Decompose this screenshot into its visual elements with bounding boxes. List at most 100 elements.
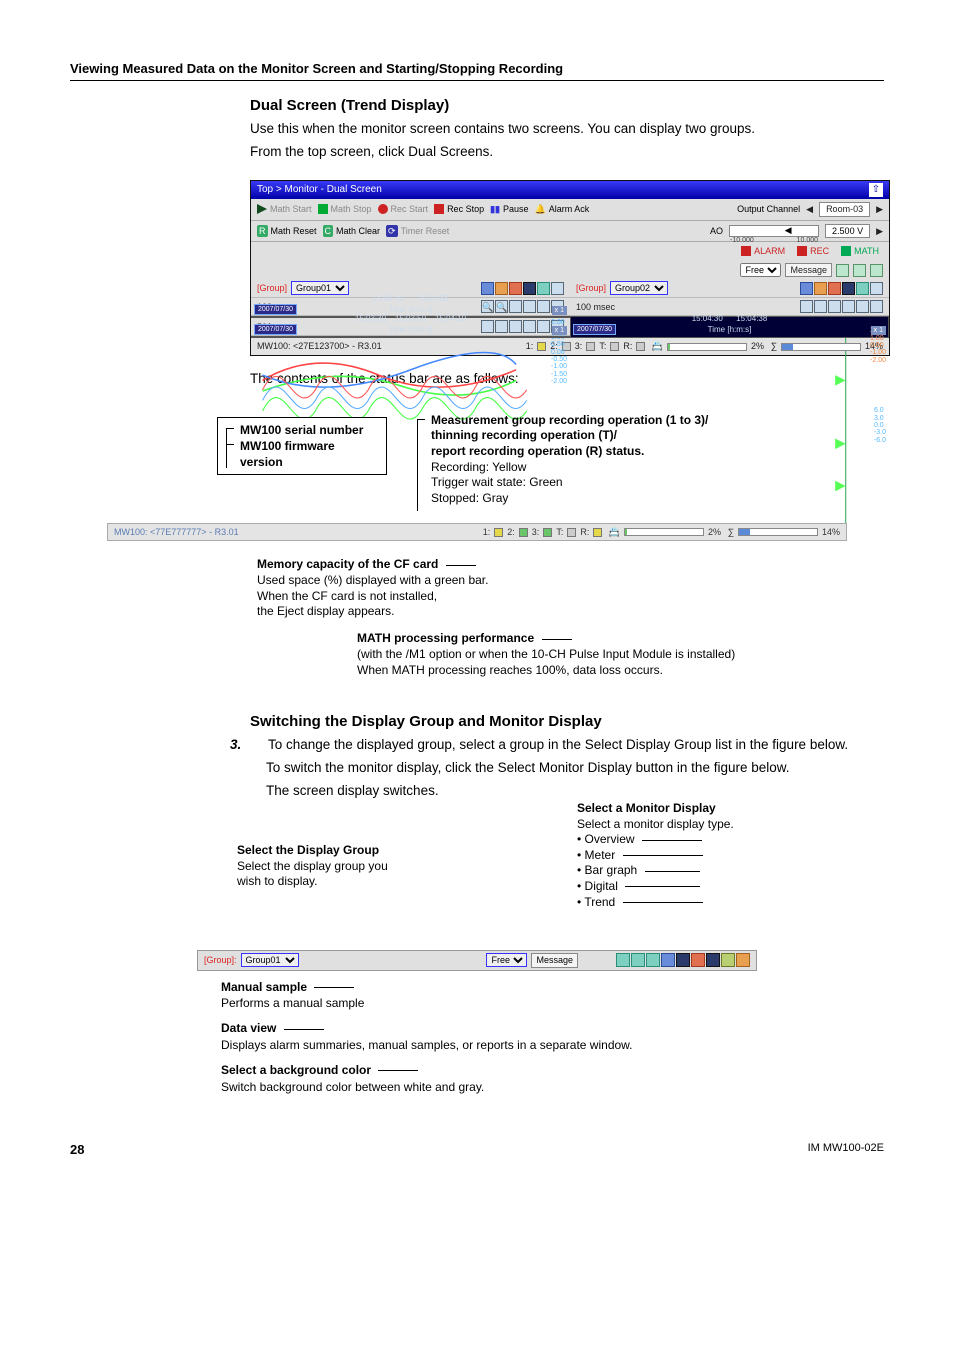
callout-math-2: When MATH processing reaches 100%, data … [357,663,663,677]
titlebar-icon[interactable]: ⇧ [869,183,883,197]
select-group-title: Select the Display Group [237,843,379,857]
digital-icon[interactable] [842,282,855,295]
bg-color-icon[interactable] [870,264,883,277]
output-prev[interactable]: ◀ [806,203,813,216]
callout-measure-2: thinning recording operation (T)/ [431,428,617,442]
callout-measure-4: Recording: Yellow [431,460,526,474]
callout-mem-2: When the CF card is not installed, [257,589,437,603]
page-footer: 28 IM MW100-02E [70,1135,884,1159]
page-number: 28 [70,1141,84,1159]
section-header: Viewing Measured Data on the Monitor Scr… [70,60,884,81]
select-group-1: Select the display group you [237,859,388,873]
data-view-icon[interactable] [631,953,645,967]
lower-toolbar: [Group]: Group01 Free Message [197,950,757,971]
select-group-2: wish to display. [237,874,317,888]
manual-sample-icon[interactable] [616,953,630,967]
callout-math-1: (with the /M1 option or when the 10-CH P… [357,647,735,661]
overview-icon[interactable] [800,282,813,295]
math-start-button[interactable]: Math Start [257,203,312,216]
math-clear-button[interactable]: CMath Clear [323,225,381,238]
body-text: To switch the monitor display, click the… [266,759,884,778]
app-toolbar-1: Math Start Math Stop Rec Start Rec Stop … [251,199,889,221]
tool-icon[interactable] [800,300,813,313]
rec-start-button[interactable]: Rec Start [378,203,429,216]
group-select-fig2[interactable]: Group01 [241,953,299,967]
callout-measure-1: Measurement group recording operation (1… [431,413,708,427]
bg-title: Select a background color [221,1063,371,1077]
ms-title: Manual sample [221,980,307,994]
titlebar-text: Top > Monitor - Dual Screen [257,183,382,197]
status-bar-detached: MW100: <77E777777> - R3.01 1: 2: 3: T: R… [107,523,847,542]
callout-mem-3: the Eject display appears. [257,604,394,618]
li-meter: • Meter [577,848,615,862]
date-box: 2007/07/30 [573,324,616,336]
app-window: Top > Monitor - Dual Screen ⇧ Math Start… [250,180,890,356]
status-model-2: MW100: <77E777777> - R3.01 [114,526,239,539]
output-next[interactable]: ▶ [876,203,883,216]
dv-title: Data view [221,1021,276,1035]
group-label: [Group] [576,282,606,295]
group-select-right[interactable]: Group02 [610,281,668,295]
data-view-icon[interactable] [853,264,866,277]
manual-sample-icon[interactable] [836,264,849,277]
tool-icon[interactable] [828,300,841,313]
free-select[interactable]: Free [740,263,781,277]
doc-code: IM MW100-02E [808,1141,884,1159]
legend-row: ALARM REC MATH [251,242,889,261]
body-text: The screen display switches. [266,782,884,801]
message-button-fig2[interactable]: Message [531,953,578,968]
bar-icon[interactable] [828,282,841,295]
tool-icon[interactable] [856,300,869,313]
trend-icon[interactable] [856,282,869,295]
math-stop-button[interactable]: Math Stop [318,203,372,216]
dv-desc: Displays alarm summaries, manual samples… [221,1038,633,1052]
bar-graph-icon[interactable] [691,953,705,967]
trend-panel-bl[interactable]: 15:03:30 15:03:50 15:04:10Time [h:m:s] 2… [251,336,570,338]
callout-measure-6: Stopped: Gray [431,491,508,505]
pause-button[interactable]: ▮▮Pause [490,203,528,216]
digital-icon[interactable] [706,953,720,967]
step-3: 3.To change the displayed group, select … [266,736,884,755]
callout-block-bottom: Memory capacity of the CF card Used spac… [157,551,797,691]
bg-desc: Switch background color between white an… [221,1080,484,1094]
volt-next[interactable]: ▶ [876,225,883,238]
meter-icon[interactable] [814,282,827,295]
math-reset-button[interactable]: RMath Reset [257,225,317,238]
li-overview: • Overview [577,832,635,846]
callout-mem-t: Memory capacity of the CF card [257,557,438,571]
tool-icon[interactable] [814,300,827,313]
select-monitor-sub: Select a monitor display type. [577,817,734,831]
free-select-fig2[interactable]: Free [486,953,527,967]
message-bar: Free Message [251,261,889,280]
callout-measure-5: Trigger wait state: Green [431,475,563,489]
callout-measure-3: report recording operation (R) status. [431,444,644,458]
tool-icon[interactable] [870,300,883,313]
trend-panel-r[interactable]: 2.001.000.00-1.00-2.00 6.03.00.0-3.0-6.0… [570,316,889,338]
mode-icon[interactable] [870,282,883,295]
trend-icon[interactable] [721,953,735,967]
alarm-ack-button[interactable]: 🔔Alarm Ack [535,203,590,216]
body-text: From the top screen, click Dual Screens. [250,143,884,162]
date-box: 2007/07/30 [254,324,297,336]
select-monitor-title: Select a Monitor Display [577,801,716,815]
tool-icon[interactable] [842,300,855,313]
rec-stop-button[interactable]: Rec Stop [434,203,484,216]
figure-2-annotations: Manual sample Performs a manual sample D… [197,979,757,1096]
figure-2-top: Select a Monitor Display Select a monito… [197,807,757,942]
subsection-title-switching: Switching the Display Group and Monitor … [250,711,884,732]
meter-icon[interactable] [676,953,690,967]
bg-color-icon[interactable] [646,953,660,967]
subsection-title-dual-screen: Dual Screen (Trend Display) [250,95,884,116]
timer-reset-button[interactable]: ⟳Timer Reset [386,225,449,238]
ms-desc: Performs a manual sample [221,996,364,1010]
extra-icon[interactable] [736,953,750,967]
message-button[interactable]: Message [785,263,832,278]
li-bar: • Bar graph [577,863,637,877]
room-label: Room-03 [819,202,870,217]
app-titlebar: Top > Monitor - Dual Screen ⇧ [251,181,889,199]
li-trend: • Trend [577,895,615,909]
overview-icon[interactable] [661,953,675,967]
body-text: Use this when the monitor screen contain… [250,120,884,139]
output-channel-label: Output Channel [737,203,800,216]
callout-fw-1: MW100 firmware [240,439,335,453]
